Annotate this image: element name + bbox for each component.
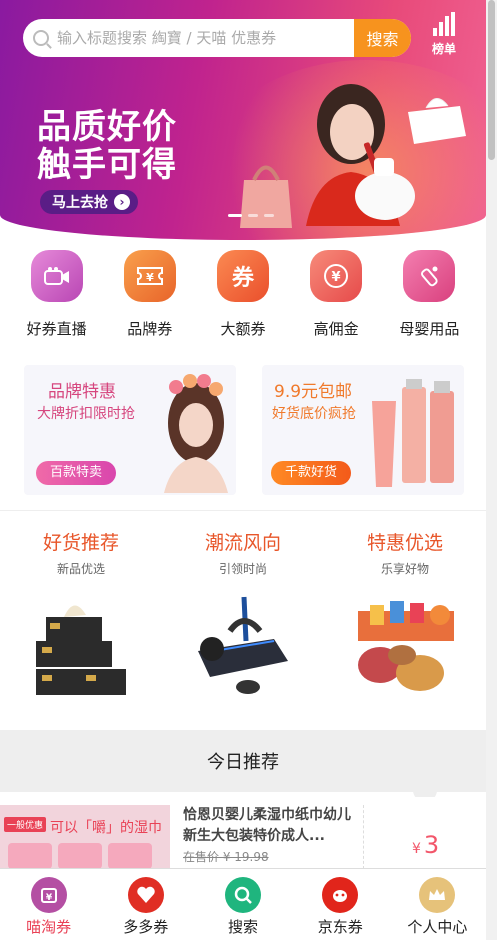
hero-banner[interactable]: 搜索 榜单 品质好价 触手可得 马上去抢 › xyxy=(0,0,486,240)
recommend-fashion-trends[interactable]: 潮流风向 引领时尚 xyxy=(162,528,324,705)
tab-profile[interactable]: 个人中心 xyxy=(389,869,486,940)
bottle-image xyxy=(355,158,415,220)
skincare-products-image xyxy=(372,379,454,487)
search-icon xyxy=(33,30,49,46)
price-currency: ¥ xyxy=(412,841,421,857)
promo-button[interactable]: 千款好货 xyxy=(271,461,352,485)
tab-jd-coupons[interactable]: 京东券 xyxy=(292,869,389,940)
recommend-special-offers[interactable]: 特惠优选 乐享好物 xyxy=(324,528,486,705)
rank-button[interactable]: 榜单 xyxy=(421,10,467,62)
carousel-dot[interactable] xyxy=(264,214,274,217)
product-price: ¥3 xyxy=(412,831,439,859)
banner-cta-button[interactable]: 马上去抢 › xyxy=(40,190,138,214)
svg-text:¥: ¥ xyxy=(332,270,341,285)
promo-title: 品牌特惠 xyxy=(48,382,116,402)
category-label: 品牌券 xyxy=(127,320,173,338)
promo-subtitle: 好货底价疯抢 xyxy=(272,406,356,422)
category-label: 大额券 xyxy=(220,320,266,338)
bottom-tab-bar: ¥ 喵淘券 多多券 搜索 京东券 个人中心 xyxy=(0,868,486,940)
search-icon xyxy=(225,877,261,913)
ticket-icon: ¥ xyxy=(123,250,176,302)
today-recommend-title: 今日推荐 xyxy=(207,752,279,773)
search-button[interactable]: 搜索 xyxy=(354,19,411,57)
tab-label: 多多券 xyxy=(123,918,169,936)
baby-bottle-icon xyxy=(403,250,456,302)
price-value: 3 xyxy=(423,831,440,859)
category-label: 母婴用品 xyxy=(399,320,460,338)
gaming-keyboard-image xyxy=(198,596,288,694)
search-input[interactable] xyxy=(57,19,354,57)
recommend-title: 好货推荐 xyxy=(42,532,119,554)
recommend-title: 特惠优选 xyxy=(366,532,443,554)
carousel-dot[interactable] xyxy=(228,214,242,217)
search-bar: 搜索 xyxy=(23,19,411,57)
tab-search[interactable]: 搜索 xyxy=(194,869,291,940)
product-original-price: 在售价 ¥ 19.98 xyxy=(183,850,269,864)
promo-subtitle: 大牌折扣限时抢 xyxy=(37,406,135,422)
pinduoduo-icon xyxy=(127,877,164,913)
banner-cta-label: 马上去抢 xyxy=(52,195,108,211)
crown-icon xyxy=(419,877,456,913)
promo-brand-deals[interactable]: 品牌特惠 大牌折扣限时抢 百款特卖 xyxy=(24,365,236,495)
tab-duoduo-coupons[interactable]: 多多券 xyxy=(97,869,194,940)
tab-label: 喵淘券 xyxy=(26,918,72,936)
category-label: 高佣金 xyxy=(313,320,359,338)
carousel-dot[interactable] xyxy=(248,214,258,217)
recommend-title: 潮流风向 xyxy=(204,532,281,554)
category-baby-products[interactable]: 母婴用品 xyxy=(389,250,469,339)
app-page: 搜索 榜单 品质好价 触手可得 马上去抢 › xyxy=(0,0,497,940)
category-live-coupons[interactable]: 好券直播 xyxy=(17,250,97,339)
product-card[interactable]: 一般优惠 可以「嚼」的湿巾 恰恩贝婴儿柔湿巾纸巾幼儿新生大包装特价成人... 在… xyxy=(0,797,486,869)
promo-button[interactable]: 百款特卖 xyxy=(36,461,117,485)
banner-title-line2: 触手可得 xyxy=(37,145,177,185)
bar-chart-icon xyxy=(421,12,467,36)
recommend-subtitle: 引领时尚 xyxy=(218,562,267,576)
handbag-image xyxy=(240,165,292,228)
yen-icon: ¥ xyxy=(310,250,363,302)
video-camera-icon xyxy=(30,250,83,302)
today-recommend-header: 今日推荐 xyxy=(0,730,486,792)
coupon-icon: 券 xyxy=(216,250,269,302)
wipes-packs-image xyxy=(8,843,152,869)
carousel-dots xyxy=(228,214,274,217)
recommend-subtitle: 新品优选 xyxy=(56,562,105,576)
recommend-good-picks[interactable]: 好货推荐 新品优选 xyxy=(0,528,162,705)
banner-title-line1: 品质好价 xyxy=(37,107,177,147)
coupon-cat-icon: ¥ xyxy=(30,877,67,913)
scrollbar-thumb[interactable] xyxy=(488,0,495,160)
snacks-gift-image xyxy=(358,601,454,691)
recommend-row: 好货推荐 新品优选 潮流风向 引领时尚 特惠优选 乐享好物 xyxy=(0,528,486,705)
tab-label: 京东券 xyxy=(317,918,363,936)
rank-label: 榜单 xyxy=(431,42,456,56)
recommend-subtitle: 乐享好物 xyxy=(380,562,429,576)
product-title[interactable]: 恰恩贝婴儿柔湿巾纸巾幼儿新生大包装特价成人... xyxy=(183,805,361,847)
product-tag: 一般优惠 xyxy=(4,817,47,832)
tissue-pack-image xyxy=(36,605,126,695)
banner-title: 品质好价 触手可得 xyxy=(37,108,177,184)
chevron-right-icon: › xyxy=(114,194,130,210)
coupon-separator xyxy=(363,805,364,869)
scrollbar[interactable] xyxy=(486,0,497,940)
tab-miaotao-coupons[interactable]: ¥ 喵淘券 xyxy=(0,869,97,940)
svg-text:¥: ¥ xyxy=(146,271,154,284)
category-brand-coupons[interactable]: ¥ 品牌券 xyxy=(110,250,190,339)
tab-label: 个人中心 xyxy=(407,918,468,936)
tissue-box-image xyxy=(408,98,466,144)
section-divider xyxy=(0,510,486,511)
promo-title: 9.9元包邮 xyxy=(274,382,353,402)
svg-text:¥: ¥ xyxy=(45,893,52,903)
category-high-commission[interactable]: ¥ 高佣金 xyxy=(296,250,376,339)
tab-label: 搜索 xyxy=(228,918,259,936)
product-image-text: 可以「嚼」的湿巾 xyxy=(50,820,162,836)
jd-icon xyxy=(322,877,359,913)
category-label: 好券直播 xyxy=(26,320,87,338)
category-row: 好券直播 ¥ 品牌券 券 大额券 ¥ 高佣金 母婴用品 xyxy=(0,250,486,339)
product-image: 一般优惠 可以「嚼」的湿巾 xyxy=(0,805,170,869)
model-portrait-image xyxy=(164,374,228,493)
promo-9-9-free-shipping[interactable]: 9.9元包邮 好货底价疯抢 千款好货 xyxy=(262,365,464,495)
category-big-coupons[interactable]: 券 大额券 xyxy=(203,250,283,339)
